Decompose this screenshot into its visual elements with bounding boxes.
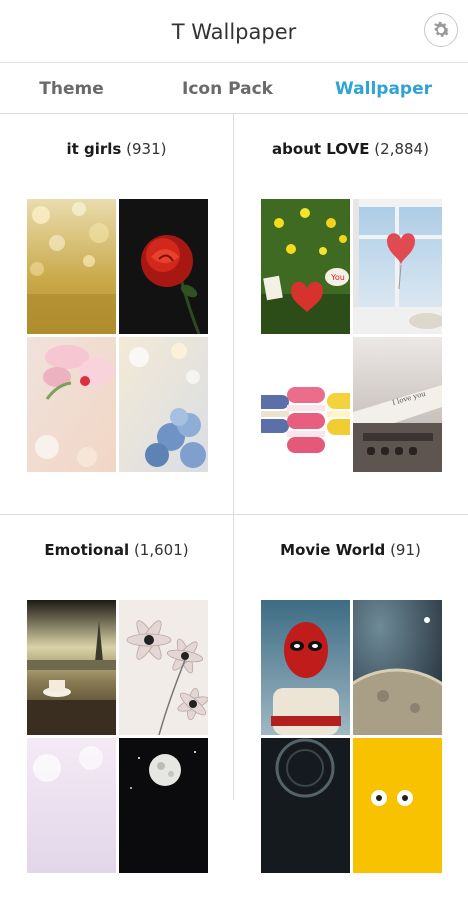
tab-bar: Theme Icon Pack Wallpaper [0,63,468,114]
svg-text:You: You [330,273,345,282]
collection-count: (91) [390,541,421,559]
collection-name: Emotional [44,541,130,559]
wallpaper-thumbnail[interactable] [119,337,208,472]
collection-name: it girls [66,140,122,158]
collection-count: (1,601) [133,541,189,559]
wallpaper-thumbnail[interactable] [27,199,116,334]
collection-name: about LOVE [272,140,370,158]
collection-title: it girls (931) [0,140,233,158]
collection-card-movie-world[interactable]: Movie World (91) [234,515,467,915]
wallpaper-thumbnail[interactable]: You [261,199,350,334]
collection-card-about-love[interactable]: about LOVE (2,884) You I love you [234,114,467,514]
collection-name: Movie World [280,541,386,559]
tab-icon-pack[interactable]: Icon Pack [155,63,300,113]
collection-title: Emotional (1,601) [0,541,233,559]
wallpaper-thumbnail[interactable] [353,600,442,735]
wallpaper-thumbnail[interactable] [27,600,116,735]
app-title: T Wallpaper [171,20,297,44]
collection-card-it-girls[interactable]: it girls (931) [0,114,233,514]
collection-count: (931) [126,140,167,158]
wallpaper-thumbnail[interactable]: I love you [353,337,442,472]
tab-theme[interactable]: Theme [0,63,143,113]
collection-title: Movie World (91) [234,541,467,559]
collection-title: about LOVE (2,884) [234,140,467,158]
collection-count: (2,884) [374,140,429,158]
collection-card-emotional[interactable]: Emotional (1,601) [0,515,233,915]
wallpaper-thumbnail[interactable] [261,600,350,735]
wallpaper-thumbnail[interactable] [261,738,350,873]
gear-icon [433,21,450,37]
app-header: T Wallpaper [0,0,468,63]
wallpaper-thumbnail[interactable] [119,199,208,334]
wallpaper-thumbnail[interactable] [119,600,208,735]
collection-grid: it girls (931) about LOVE (2,884) You I … [0,114,468,873]
wallpaper-thumbnail[interactable] [27,738,116,873]
tab-wallpaper[interactable]: Wallpaper [312,63,455,113]
wallpaper-thumbnail[interactable] [27,337,116,472]
wallpaper-thumbnail[interactable] [353,738,442,873]
wallpaper-thumbnail[interactable] [261,337,350,472]
wallpaper-thumbnail[interactable] [119,738,208,873]
wallpaper-thumbnail[interactable] [353,199,442,334]
settings-button[interactable] [424,13,458,47]
